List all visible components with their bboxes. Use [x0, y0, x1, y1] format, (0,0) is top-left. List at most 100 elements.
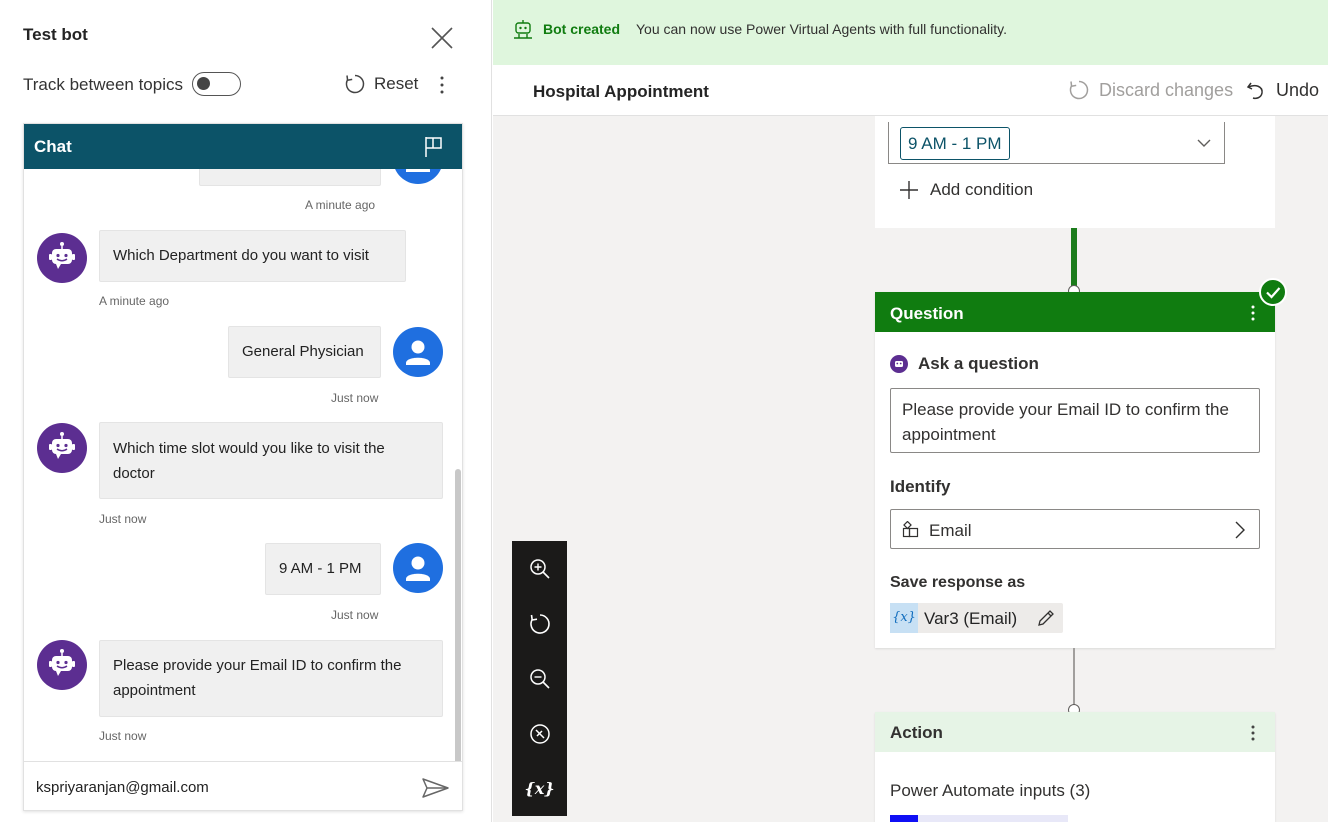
message-timestamp: Just now	[331, 391, 379, 405]
flag-button[interactable]	[423, 135, 445, 159]
chevron-down-icon	[1197, 139, 1211, 147]
more-vertical-icon	[1251, 305, 1255, 321]
undo-label: Undo	[1276, 79, 1320, 100]
more-options-button[interactable]	[434, 74, 450, 96]
bot-message: Which Department do you want to visit	[99, 230, 406, 282]
chat-title: Chat	[34, 137, 72, 156]
flow-input-icon	[890, 815, 918, 822]
message-timestamp: A minute ago	[99, 294, 170, 308]
bot-avatar	[37, 640, 87, 690]
entity-icon	[902, 521, 919, 538]
topic-toolbar: Hospital Appointment Discard changes Und…	[493, 65, 1328, 116]
person-icon	[406, 340, 430, 365]
identify-entity-value: Email	[929, 521, 972, 540]
bot-avatar	[37, 423, 87, 473]
chat-message-input[interactable]	[36, 772, 406, 802]
identify-label: Identify	[890, 477, 951, 496]
pencil-icon[interactable]	[1036, 608, 1056, 628]
banner-message: You can now use Power Virtual Agents wit…	[636, 21, 1007, 37]
track-between-topics-toggle[interactable]	[192, 72, 241, 96]
zoom-in-button[interactable]	[512, 541, 567, 596]
action-node-more-button[interactable]	[1247, 723, 1259, 743]
bot-face-icon	[49, 649, 75, 676]
variables-icon: {x}	[524, 779, 555, 798]
test-bot-pane: Test bot Track between topics Reset Chat	[0, 0, 492, 822]
track-between-topics-label: Track between topics	[23, 75, 183, 94]
user-message	[199, 169, 381, 186]
user-avatar	[393, 169, 443, 184]
bot-message: Please provide your Email ID to confirm …	[99, 640, 443, 717]
close-icon	[431, 27, 453, 49]
chat-scrollbar[interactable]	[455, 469, 461, 761]
action-node-title: Action	[890, 723, 943, 742]
canvas-zoom-toolbar: {x}	[512, 541, 567, 816]
valid-status-badge	[1259, 278, 1287, 306]
compass-icon	[529, 723, 550, 744]
more-vertical-icon	[1251, 725, 1255, 741]
more-vertical-icon	[440, 76, 444, 94]
flow-input-field[interactable]	[918, 815, 1068, 822]
bot-face-icon	[49, 242, 75, 269]
bot-message: Which time slot would you like to visit …	[99, 422, 443, 499]
message-timestamp: Just now	[331, 608, 379, 622]
refresh-icon	[1069, 80, 1089, 100]
toggle-knob	[197, 77, 210, 90]
reset-button[interactable]: Reset	[344, 72, 418, 96]
close-button[interactable]	[428, 24, 456, 52]
question-node-more-button[interactable]	[1247, 303, 1259, 323]
condition-value-dropdown[interactable]: 9 AM - 1 PM	[888, 122, 1225, 164]
question-node-title: Question	[890, 304, 964, 323]
refresh-icon	[529, 613, 550, 634]
send-button[interactable]	[421, 776, 451, 800]
identify-entity-selector[interactable]: Email	[890, 509, 1260, 549]
action-node-header: Action	[875, 712, 1275, 752]
chat-transcript[interactable]: A minute ago Which Department do you wan…	[24, 169, 462, 761]
question-message-field[interactable]: Please provide your Email ID to confirm …	[890, 388, 1260, 453]
user-message: General Physician	[228, 326, 381, 378]
refresh-icon	[345, 74, 365, 94]
variable-icon: {x}	[890, 603, 918, 633]
minimap-button[interactable]	[512, 706, 567, 761]
add-condition-button[interactable]: Add condition	[899, 180, 1033, 200]
bot-face-icon	[49, 432, 75, 459]
add-condition-label: Add condition	[930, 180, 1034, 199]
undo-button[interactable]: Undo	[1245, 79, 1319, 101]
send-icon	[422, 778, 449, 798]
message-timestamp: Just now	[99, 729, 147, 743]
node-connector	[1071, 228, 1077, 290]
chat-panel: Chat A minute ago Which Department do yo…	[23, 123, 463, 811]
chevron-right-icon	[1235, 521, 1245, 539]
reset-zoom-button[interactable]	[512, 596, 567, 651]
chat-input-row	[24, 761, 462, 810]
user-message: 9 AM - 1 PM	[265, 543, 381, 595]
checkmark-icon	[1266, 287, 1281, 299]
condition-value-chip: 9 AM - 1 PM	[900, 127, 1010, 160]
bot-check-icon	[514, 20, 532, 39]
bot-face-icon	[890, 355, 908, 373]
question-node[interactable]: Question Ask a question Please provide y…	[875, 278, 1287, 648]
authoring-canvas[interactable]: Bot created You can now use Power Virtua…	[493, 0, 1328, 822]
user-avatar	[393, 543, 443, 593]
variables-button[interactable]: {x}	[512, 761, 567, 816]
bot-created-banner: Bot created You can now use Power Virtua…	[493, 0, 1328, 65]
plus-icon	[900, 181, 918, 199]
variable-chip[interactable]: {x} Var3 (Email)	[890, 603, 1063, 633]
reset-label: Reset	[374, 74, 419, 93]
save-response-label: Save response as	[890, 574, 1026, 591]
topic-name: Hospital Appointment	[533, 82, 709, 101]
variable-name: Var3 (Email)	[924, 609, 1018, 628]
undo-icon	[1246, 82, 1263, 100]
discard-changes-label: Discard changes	[1099, 79, 1234, 100]
person-icon	[406, 556, 430, 581]
ask-question-label: Ask a question	[890, 354, 1039, 374]
zoom-out-icon	[529, 668, 550, 689]
zoom-out-button[interactable]	[512, 651, 567, 706]
test-bot-title: Test bot	[23, 25, 88, 44]
action-node[interactable]: Action Power Automate inputs (3)	[875, 712, 1275, 822]
question-node-header: Question	[875, 292, 1275, 332]
person-icon	[406, 169, 430, 172]
zoom-in-icon	[529, 558, 550, 579]
discard-changes-button[interactable]: Discard changes	[1068, 79, 1233, 101]
message-timestamp: A minute ago	[305, 198, 376, 212]
banner-title: Bot created	[543, 21, 621, 37]
